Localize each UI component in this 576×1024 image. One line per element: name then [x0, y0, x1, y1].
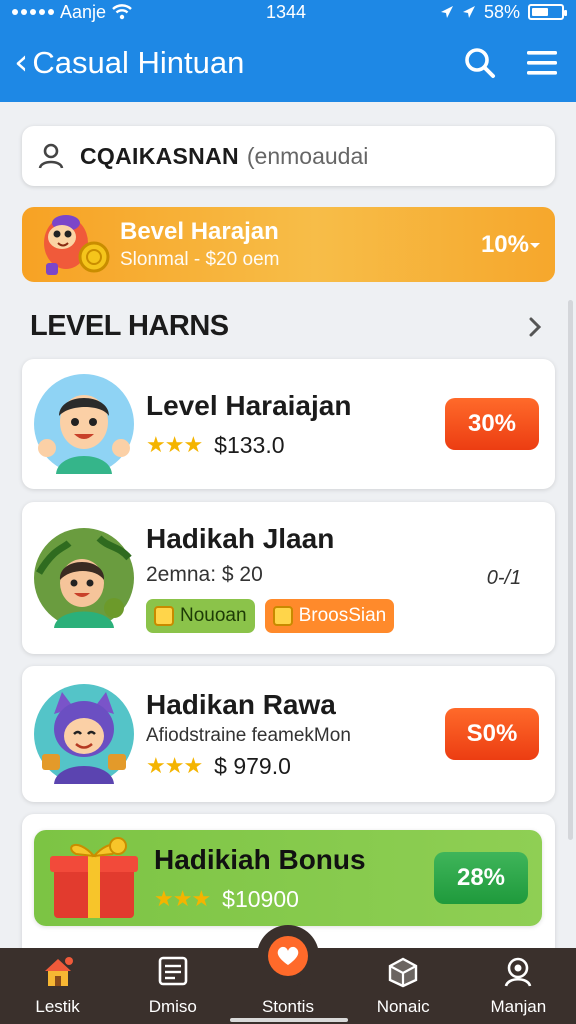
scrollbar[interactable] [568, 300, 573, 840]
wifi-icon [112, 4, 132, 20]
battery-percent: 58% [483, 1, 520, 22]
tag-chip[interactable]: Nouoan [146, 599, 255, 633]
nav-item-favorites[interactable]: Stontis [238, 925, 338, 1017]
nav-label: Stontis [261, 997, 314, 1016]
list-item[interactable]: Hadikan Rawa Afiodstraine feamekMon ★★★ … [22, 666, 555, 802]
heart-icon [277, 946, 299, 965]
search-button[interactable] [460, 43, 500, 83]
card-title: Hadikiah Bonus [154, 843, 366, 875]
home-indicator [230, 1018, 348, 1022]
banner-subtitle: Slonmal - $20 oem [120, 249, 280, 270]
mascot-icon [44, 214, 110, 275]
location-icon [440, 6, 453, 18]
coin-icon [154, 606, 174, 626]
rating-stars: ★★★ [146, 753, 203, 779]
signal-icon [12, 9, 54, 15]
home-icon [44, 957, 73, 986]
discount-badge[interactable]: 30% [445, 398, 539, 450]
arrow-icon [462, 6, 475, 18]
bonus-card[interactable]: Hadikiah Bonus ★★★ $10900 28% [34, 830, 542, 926]
card-meta: ★★★ $10900 [154, 886, 434, 913]
section-header: LEVEL HARNS [30, 310, 545, 343]
banner-title: Bevel Harajan [120, 218, 279, 245]
nav-label: Manjan [490, 997, 547, 1016]
tag-label: Nouoan [180, 605, 247, 626]
clock: 1344 [265, 1, 307, 22]
page-title: Casual Hintuan [32, 45, 245, 80]
card-meta: ★★★ $133.0 [146, 432, 445, 459]
box-icon [388, 957, 418, 988]
search-hint: (enmoaudai [246, 142, 369, 169]
dropdown-icon[interactable] [529, 240, 541, 250]
rating-stars: ★★★ [146, 432, 203, 458]
search-query: CQAIKASNAN [80, 142, 239, 169]
nav-item-list[interactable]: Dmiso [123, 955, 223, 1017]
card-title: Level Haraiajan [146, 389, 352, 421]
card-info: Level Haraiajan ★★★ $133.0 [146, 390, 445, 459]
card-info: Hadikah Jlaan 2emna: $ 20 Nouoan BroosSi… [146, 523, 469, 633]
gift-box-icon [50, 837, 138, 918]
profile-icon [505, 957, 532, 987]
nav-item-profile[interactable]: Manjan [468, 955, 568, 1017]
person-icon [38, 143, 64, 169]
gift-icon [272, 606, 293, 626]
list-item[interactable]: Level Haraiajan ★★★ $133.0 30% [22, 359, 555, 489]
list-item[interactable]: Hadikah Jlaan 2emna: $ 20 Nouoan BroosSi… [22, 502, 555, 654]
menu-button[interactable] [522, 43, 562, 83]
card-info: Hadikiah Bonus ★★★ $10900 [154, 844, 434, 913]
banner-percent: 10% [480, 230, 529, 258]
card-side-text: 0-/1 [486, 566, 522, 589]
card-price: $10900 [222, 885, 299, 912]
center-action-inner [267, 936, 308, 976]
nav-label: Nonaic [376, 997, 430, 1016]
title-bar: ‹ Casual Hintuan [0, 24, 576, 102]
nav-item-shop[interactable]: Nonaic [353, 955, 453, 1017]
search-icon [465, 48, 495, 78]
menu-icon [527, 51, 557, 75]
card-price: $133.0 [214, 431, 285, 458]
section-title: LEVEL HARNS [30, 310, 229, 342]
search-input[interactable]: CQAIKASNAN (enmoaudai [22, 126, 555, 186]
battery-icon [528, 4, 567, 20]
status-left: Aanje [12, 2, 132, 23]
nav-label: Lestik [35, 997, 80, 1016]
tag-label: BroosSian [298, 605, 387, 626]
card-subtitle: 2emna: $ 20 [146, 563, 263, 586]
card-info: Hadikan Rawa Afiodstraine feamekMon ★★★ … [146, 689, 445, 780]
bottom-nav: Lestik Dmiso Stontis Nonaic Manjan [0, 925, 576, 1024]
card-meta: ★★★ $ 979.0 [146, 753, 445, 780]
center-action [256, 925, 319, 987]
card-tags: Nouoan BroosSian [146, 599, 469, 633]
card-subtitle: Afiodstraine feamekMon [146, 724, 351, 746]
avatar [34, 684, 134, 784]
app-bar: Aanje 1344 58% ‹ Casual Hintuan [0, 0, 576, 102]
card-price: $ 979.0 [214, 752, 291, 779]
card-title: Hadikan Rawa [146, 688, 336, 720]
avatar [34, 374, 134, 474]
chevron-right-icon[interactable] [525, 317, 545, 337]
status-right: 58% [440, 1, 567, 23]
avatar [34, 528, 134, 628]
list-icon [158, 956, 188, 986]
back-icon[interactable]: ‹ [14, 45, 28, 81]
discount-badge[interactable]: S0% [445, 708, 539, 760]
nav-item-home[interactable]: Lestik [8, 955, 108, 1017]
carrier-label: Aanje [60, 1, 107, 22]
discount-badge[interactable]: 28% [434, 852, 528, 904]
tag-chip[interactable]: BroosSian [264, 599, 395, 633]
nav-label: Dmiso [148, 997, 197, 1016]
status-bar: Aanje 1344 58% [0, 0, 576, 24]
rating-stars: ★★★ [154, 886, 211, 912]
banner-text: Bevel Harajan Slonmal - $20 oem [120, 218, 481, 271]
promo-banner[interactable]: Bevel Harajan Slonmal - $20 oem 10% [22, 207, 555, 282]
card-title: Hadikah Jlaan [146, 523, 335, 554]
